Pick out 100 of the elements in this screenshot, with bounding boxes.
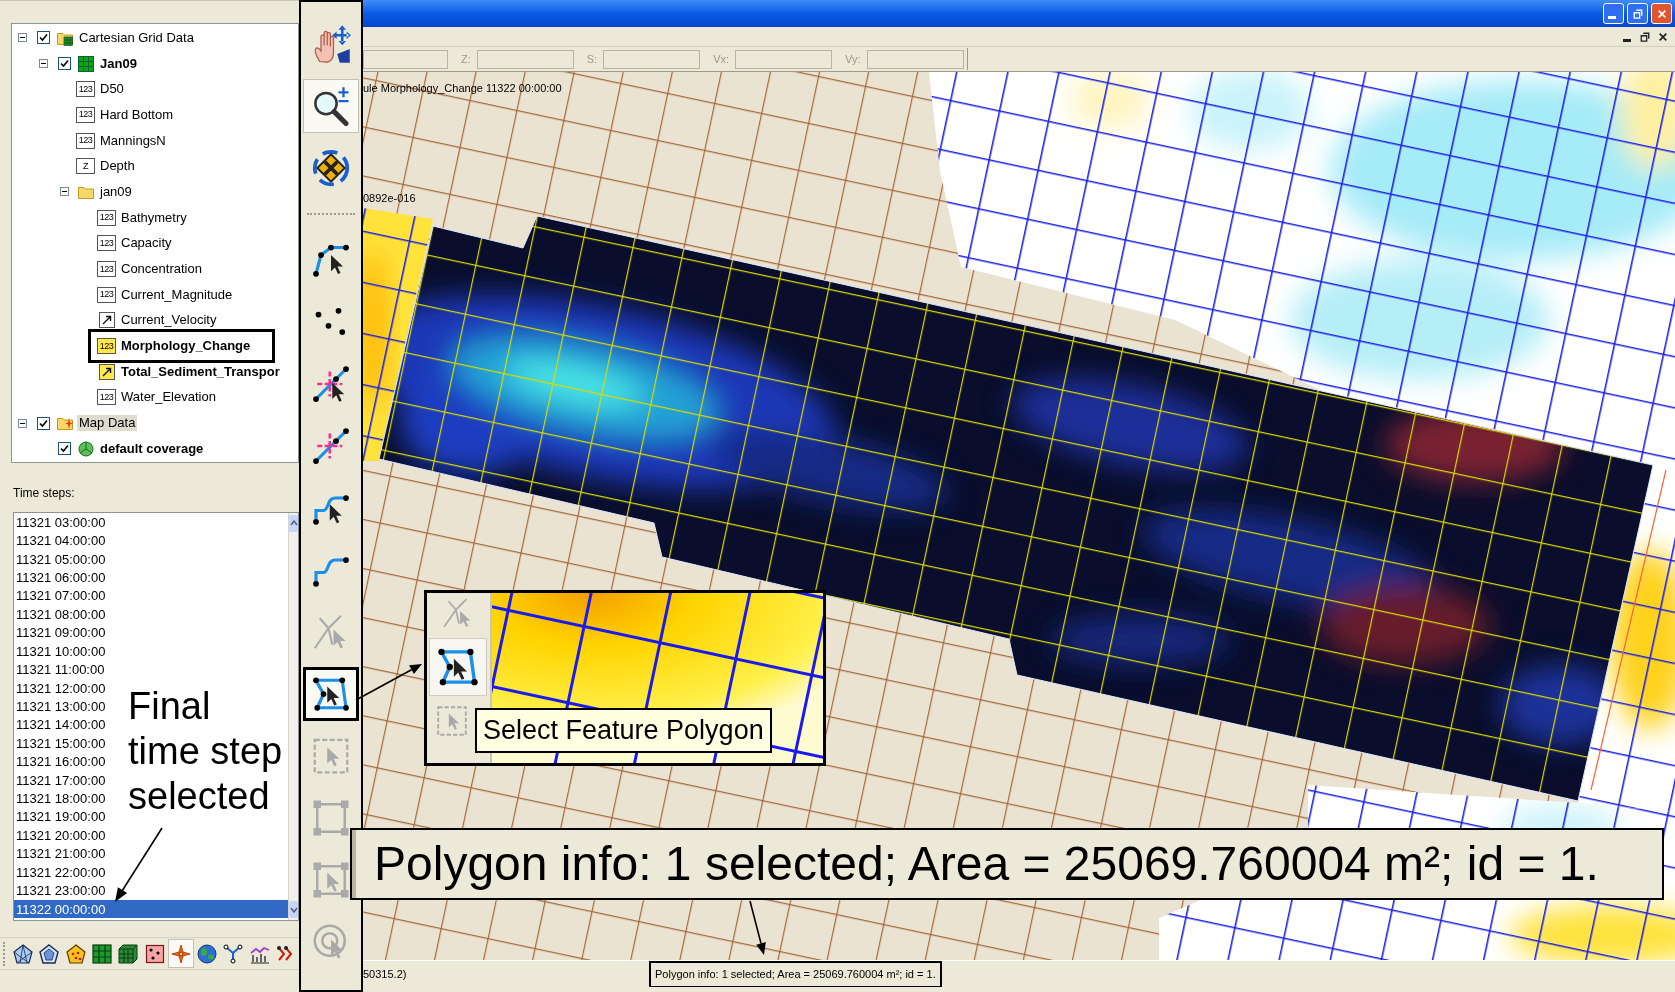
status-coordinates: 50315.2): [363, 966, 408, 982]
square-cursor-icon: [311, 860, 351, 900]
dataset-icon: 123: [97, 261, 116, 278]
rotate-icon: [311, 148, 351, 188]
tree-item-label[interactable]: Water_Elevation: [119, 389, 218, 406]
branch-icon: [223, 943, 244, 964]
time-step-item[interactable]: 11321 10:00:00: [14, 641, 106, 661]
node-cross-icon: [311, 426, 351, 466]
polygon-cursor-icon: [311, 674, 351, 714]
mesh-icon: [13, 943, 34, 964]
pentagon-icon: [39, 943, 60, 964]
checkbox[interactable]: [37, 416, 50, 430]
polygon-info-callout: Polygon info: 1 selected; Area = 25069.760004 m²; id = 1.: [350, 828, 1664, 900]
checkmark-icon: [60, 59, 69, 69]
tree-item-label[interactable]: Concentration: [119, 261, 204, 278]
dataset-icon: Z: [76, 158, 95, 175]
dataset-icon: 123: [97, 209, 116, 226]
field-label: S:: [586, 51, 598, 67]
time-step-item[interactable]: 11321 07:00:00: [14, 586, 106, 606]
time-step-item[interactable]: 11321 18:00:00: [14, 789, 106, 808]
tree-item-label[interactable]: Total_Sediment_Transpor: [119, 363, 282, 380]
dataset-icon: 123: [76, 132, 95, 149]
minimize-icon: [1608, 16, 1616, 19]
map-folder-icon: [56, 415, 73, 432]
time-step-item[interactable]: 11321 20:00:00: [14, 826, 106, 845]
time-step-item[interactable]: 11321 11:00:00: [14, 660, 105, 679]
collapse-icon[interactable]: [39, 59, 48, 69]
grid-icon: [77, 55, 94, 72]
scrollbar[interactable]: [288, 513, 298, 920]
tree-item-label[interactable]: Morphology_Change: [119, 338, 253, 355]
zoom-icon: [311, 86, 351, 126]
tree-item-label[interactable]: D50: [98, 81, 126, 98]
time-step-item[interactable]: 11321 04:00:00: [14, 531, 106, 550]
field-label: Z:: [461, 51, 471, 67]
field-label: Vy:: [845, 51, 861, 67]
checkbox[interactable]: [58, 442, 71, 456]
coverage-icon: [77, 440, 94, 457]
time-step-item[interactable]: 11321 14:00:00: [14, 715, 106, 735]
restore-icon: [1640, 31, 1650, 42]
grid-cube-icon: [118, 943, 139, 964]
dataset-icon: 123: [97, 286, 116, 303]
time-step-item[interactable]: 11321 22:00:00: [14, 863, 106, 882]
scatter-mesh-icon: [65, 943, 86, 964]
checkmark-icon: [39, 33, 48, 43]
tree-item-label[interactable]: Depth: [98, 158, 137, 175]
time-step-item[interactable]: 11321 09:00:00: [14, 623, 106, 642]
tree-item-label[interactable]: ManningsN: [98, 132, 168, 149]
compass-icon: [170, 943, 191, 964]
close-icon: [1658, 31, 1668, 42]
time-step-item[interactable]: 11321 15:00:00: [14, 734, 106, 753]
tree-item-label[interactable]: Current_Magnitude: [119, 286, 235, 303]
time-step-item[interactable]: 11321 21:00:00: [14, 844, 106, 863]
time-step-item[interactable]: 11321 06:00:00: [14, 568, 106, 587]
tree-item-label[interactable]: Capacity: [119, 235, 174, 252]
time-step-item[interactable]: 11321 19:00:00: [14, 807, 106, 827]
scroll-down-icon[interactable]: [289, 901, 298, 918]
time-step-item[interactable]: 11321 12:00:00: [14, 678, 106, 698]
dataset-icon: 123: [76, 106, 95, 123]
checkmark-icon: [39, 418, 48, 428]
node-cursor-icon: [311, 364, 351, 404]
annotation-arrow: [749, 900, 767, 956]
collapse-icon[interactable]: [18, 33, 27, 43]
checkbox[interactable]: [58, 57, 71, 71]
time-step-item[interactable]: 11321 05:00:00: [14, 549, 106, 569]
time-step-item[interactable]: 11321 08:00:00: [14, 605, 106, 624]
tool-button[interactable]: [303, 667, 359, 721]
coordinate-field[interactable]: [603, 49, 701, 69]
coordinate-field[interactable]: [476, 49, 574, 69]
tree-item-label[interactable]: Jan09: [98, 55, 139, 72]
vector-dataset-icon: [98, 312, 115, 329]
time-step-item[interactable]: 11321 16:00:00: [14, 752, 106, 771]
square-nodes-icon: [311, 798, 351, 838]
coordinate-field[interactable]: [363, 49, 448, 69]
tooltip: Select Feature Polygon: [475, 708, 772, 753]
close-icon: [1656, 8, 1667, 19]
tree-item-label[interactable]: default coverage: [98, 440, 206, 457]
tree-item-label[interactable]: Map Data: [77, 415, 138, 432]
tree-item-label[interactable]: jan09: [98, 183, 134, 200]
map-value-text: 0892e-016: [363, 192, 416, 205]
minimize-icon: [1623, 38, 1631, 42]
time-step-item[interactable]: 11321 03:00:00: [14, 513, 106, 532]
dataset-icon: 123: [97, 338, 116, 355]
coordinate-field[interactable]: [866, 49, 964, 69]
list-label: Time steps:: [13, 485, 75, 500]
checkbox[interactable]: [37, 31, 50, 45]
time-step-item[interactable]: 11321 13:00:00: [14, 697, 106, 716]
coordinate-field[interactable]: [735, 49, 833, 69]
time-step-item[interactable]: 11322 00:00:00: [14, 899, 288, 919]
scatter-points-icon: [144, 943, 165, 964]
dashed-select-icon: [435, 704, 469, 738]
scroll-up-icon[interactable]: [289, 515, 298, 532]
tree-item-label[interactable]: Hard Bottom: [98, 106, 175, 123]
tree-item-label[interactable]: Cartesian Grid Data: [77, 29, 196, 46]
time-step-item[interactable]: 11321 23:00:00: [14, 881, 106, 900]
tree-item-label[interactable]: Current_Velocity: [119, 312, 219, 329]
collapse-icon[interactable]: [18, 418, 27, 428]
time-step-item[interactable]: 11321 17:00:00: [14, 770, 106, 790]
collapse-icon[interactable]: [60, 187, 69, 197]
tree-item-label[interactable]: Bathymetry: [119, 209, 189, 226]
globe-icon: [197, 943, 218, 964]
